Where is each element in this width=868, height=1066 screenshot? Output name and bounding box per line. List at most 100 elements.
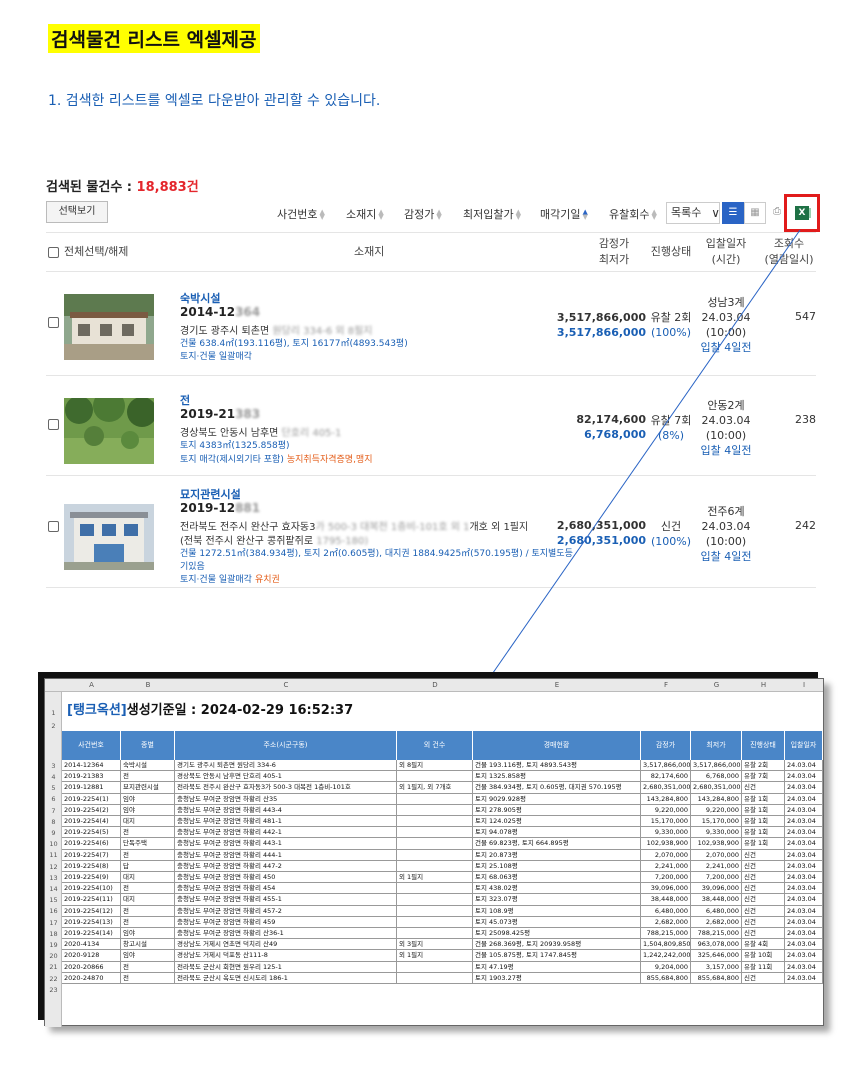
sort-location[interactable]: 소재지 ▲ ▼ xyxy=(346,206,384,222)
sheet-cell: 충청남도 부여군 장암면 하황리 457-2 xyxy=(175,905,397,917)
chevron-down-icon: ∨ xyxy=(711,206,720,220)
status-percent: (100%) xyxy=(650,535,692,548)
list-view-button[interactable]: ☰ xyxy=(722,202,744,224)
item-checkbox[interactable] xyxy=(48,419,59,430)
sheet-cell: 325,646,000 xyxy=(691,950,742,962)
sheet-cell xyxy=(397,916,473,928)
sheet-cell: 충청남도 부여군 장암면 하황리 443-1 xyxy=(175,838,397,850)
sheet-cell: 신건 xyxy=(742,928,785,940)
sheet-cell: 2019-12881 xyxy=(62,782,121,794)
sheet-cell: 충청남도 부여군 장암면 하황리 450 xyxy=(175,872,397,884)
sheet-cell: 창고시설 xyxy=(121,939,175,951)
sheet-cell: 15,170,000 xyxy=(691,816,742,828)
sheet-cell: 24.03.04 xyxy=(785,894,823,906)
sheet-cell: 신건 xyxy=(742,872,785,884)
sheet-cell: 전 xyxy=(121,905,175,917)
sheet-cell: 토지 25098.425평 xyxy=(473,928,641,940)
sheet-cell: 묘지관련시설 xyxy=(121,782,175,794)
address-suffix: 개호 외 1필지 xyxy=(469,522,529,533)
property-photo[interactable] xyxy=(64,398,154,464)
case-number-blurred: 383 xyxy=(235,407,261,421)
item-road-address: (전북 전주시 완산구 콩쥐팥쥐로 1795-180) xyxy=(180,532,368,547)
sheet-cell: 경상남도 거제시 연초면 덕치리 산49 xyxy=(175,939,397,951)
item-checkbox[interactable] xyxy=(48,317,59,328)
case-number-text: 2019-21 xyxy=(180,407,236,421)
sheet-cell: 토지 438.02평 xyxy=(473,883,641,895)
sort-appraisal[interactable]: 감정가 ▲ ▼ xyxy=(404,206,442,222)
status-text: 유찰 7회 xyxy=(650,414,692,427)
status-percent: (100%) xyxy=(650,326,692,339)
sheet-cell: 9,204,000 xyxy=(641,961,691,973)
sheet-cell: 143,284,800 xyxy=(641,793,691,805)
sheet-cell: 충청남도 부여군 장암면 하황리 459 xyxy=(175,916,397,928)
item-category[interactable]: 전 xyxy=(180,392,190,408)
sort-sale-date[interactable]: 매각기일 ▲ ▼ xyxy=(540,206,588,222)
sheet-cell: 경기도 광주시 퇴촌면 원당리 334-6 xyxy=(175,760,397,772)
sheet-cell: 충청남도 부여군 장암면 하황리 산36-1 xyxy=(175,928,397,940)
item-checkbox[interactable] xyxy=(48,521,59,532)
sheet-cell xyxy=(397,838,473,850)
sheet-row-number: 4 xyxy=(51,773,56,781)
excel-preview: ABCDEFGHI 1 2 3 4 5 6 7 8 9 10 11 12 13 14 15 16 17 18 19 2… xyxy=(44,678,824,1027)
item-case-number[interactable]: 2014-12364 xyxy=(180,305,260,319)
sort-arrows-icon: ▲ ▼ xyxy=(378,208,384,221)
sheet-cell: 24.03.04 xyxy=(785,827,823,839)
sheet-row-number: 2 xyxy=(51,722,56,730)
sheet-cell: 2019-2254(11) xyxy=(62,894,121,906)
sheet-row-number: 5 xyxy=(51,784,56,793)
sheet-row-number: 23 xyxy=(49,985,58,994)
sheet-cell: 토지 278.905평 xyxy=(473,804,641,816)
list-item[interactable]: 묘지관련시설 2019-12881 전라북도 전주시 완산구 효자동3가 500… xyxy=(46,476,816,588)
excel-download-button[interactable]: X xyxy=(784,194,820,232)
sheet-cell: 24.03.04 xyxy=(785,793,823,805)
sheet-cell xyxy=(397,961,473,973)
sheet-row-number: 10 xyxy=(49,840,58,849)
sheet-cell: 143,284,800 xyxy=(691,793,742,805)
sheet-row-number: 12 xyxy=(49,862,58,871)
sheet-cell: 충청남도 부여군 장암면 하황리 481-1 xyxy=(175,816,397,828)
item-category[interactable]: 묘지관련시설 xyxy=(180,486,241,502)
item-address: 경상북도 안동시 남후면 단호리 405-1 xyxy=(180,424,341,439)
sheet-column-letter: E xyxy=(554,681,560,689)
property-photo[interactable] xyxy=(64,504,154,570)
sort-minimum-bid[interactable]: 최저입찰가 ▲ ▼ xyxy=(463,206,522,222)
list-item[interactable]: 숙박시설 2014-12364 경기도 광주시 퇴촌면 원당리 334-6 외 … xyxy=(46,272,816,376)
sheet-column-letter: A xyxy=(89,681,94,689)
select-all-checkbox[interactable] xyxy=(48,247,59,258)
sheet-cell: 7,200,000 xyxy=(691,872,742,884)
sheet-row-number: 16 xyxy=(49,907,58,916)
sheet-cell: 2020-24870 xyxy=(62,972,121,984)
sheet-cell: 24.03.04 xyxy=(785,804,823,816)
sheet-cell: 토지 94.078평 xyxy=(473,827,641,839)
item-category[interactable]: 숙박시설 xyxy=(180,290,220,306)
sort-failed-count[interactable]: 유찰회수 ▲ ▼ xyxy=(609,206,657,222)
page-size-select[interactable]: 목록수 ∨ xyxy=(666,202,720,224)
sheet-cell: 전 xyxy=(121,972,175,984)
sheet-cell: 건물 69.823평, 토지 664.895평 xyxy=(473,838,641,850)
item-case-number[interactable]: 2019-21383 xyxy=(180,407,260,421)
sheet-column-letter: H xyxy=(760,681,767,689)
court-name: 전주6계 xyxy=(707,505,745,518)
sheet-cell: 대지 xyxy=(121,894,175,906)
sheet-row-number: 13 xyxy=(49,873,58,882)
sheet-cell: 2,682,000 xyxy=(641,916,691,928)
sheet-cell: 답 xyxy=(121,860,175,872)
grid-view-button[interactable]: ▦ xyxy=(744,202,766,224)
tag-warning: 유치권 xyxy=(254,575,280,585)
sheet-cell: 건물 193.116평, 토지 4893.543평 xyxy=(473,760,641,772)
item-case-number[interactable]: 2019-12881 xyxy=(180,501,260,515)
address-blurred: 단호리 405-1 xyxy=(281,428,342,439)
sheet-header-cell: 주소(시군구동) xyxy=(175,731,397,760)
status-text: 유찰 2회 xyxy=(650,311,692,324)
sheet-cell: 충청남도 부여군 장암면 하황리 455-1 xyxy=(175,894,397,906)
sort-case-number[interactable]: 사건번호 ▲ ▼ xyxy=(277,206,325,222)
sheet-row-number: 7 xyxy=(51,806,56,815)
sheet-header-cell: 경매현황 xyxy=(473,731,641,760)
sheet-cell: 신건 xyxy=(742,849,785,861)
tag-text: 토지·건물 일괄매각 xyxy=(180,352,252,362)
select-view-button[interactable]: 선택보기 xyxy=(46,201,108,223)
property-photo[interactable] xyxy=(64,294,154,360)
sheet-cell: 1,242,242,000 xyxy=(641,950,691,962)
sheet-cell: 전 xyxy=(121,771,175,783)
list-item[interactable]: 전 2019-21383 경상북도 안동시 남후면 단호리 405-1 토지 4… xyxy=(46,376,816,476)
